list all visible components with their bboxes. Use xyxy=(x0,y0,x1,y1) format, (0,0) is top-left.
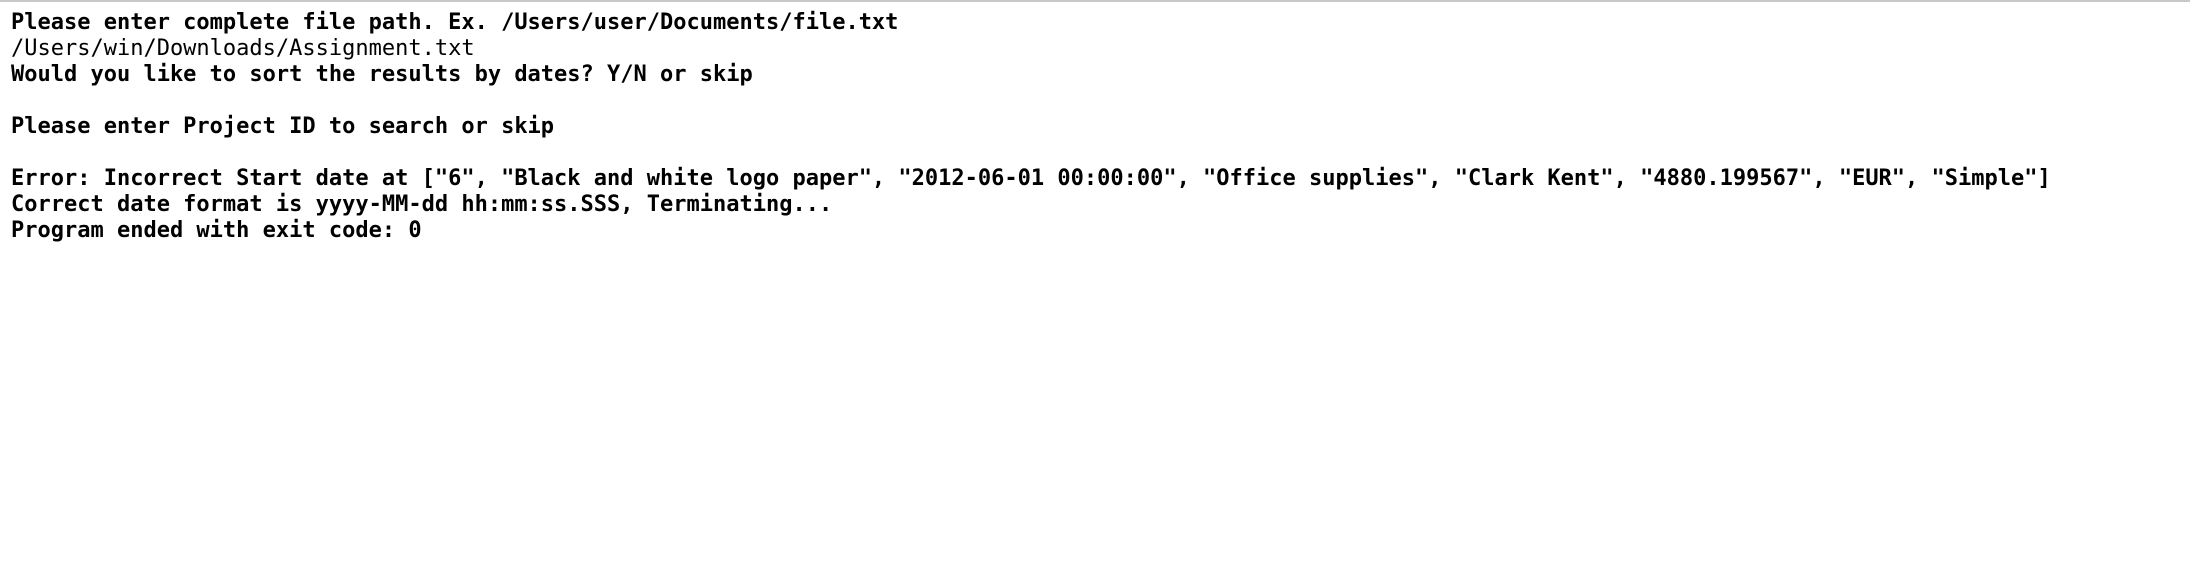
exit-code-message: Program ended with exit code: 0 xyxy=(11,218,422,243)
prompt-file-path: Please enter complete file path. Ex. /Us… xyxy=(11,10,899,35)
window-top-border xyxy=(0,0,2190,2)
format-hint-message: Correct date format is yyyy-MM-dd hh:mm:… xyxy=(11,192,833,217)
user-input-project-id xyxy=(11,140,2181,166)
console-output[interactable]: Please enter complete file path. Ex. /Us… xyxy=(11,10,2181,244)
prompt-sort-dates: Would you like to sort the results by da… xyxy=(11,62,753,87)
user-input-sort-dates xyxy=(11,88,2181,114)
prompt-project-id: Please enter Project ID to search or ski… xyxy=(11,114,555,139)
user-input-file-path: /Users/win/Downloads/Assignment.txt xyxy=(11,36,475,61)
error-message: Error: Incorrect Start date at ["6", "Bl… xyxy=(11,166,2051,191)
